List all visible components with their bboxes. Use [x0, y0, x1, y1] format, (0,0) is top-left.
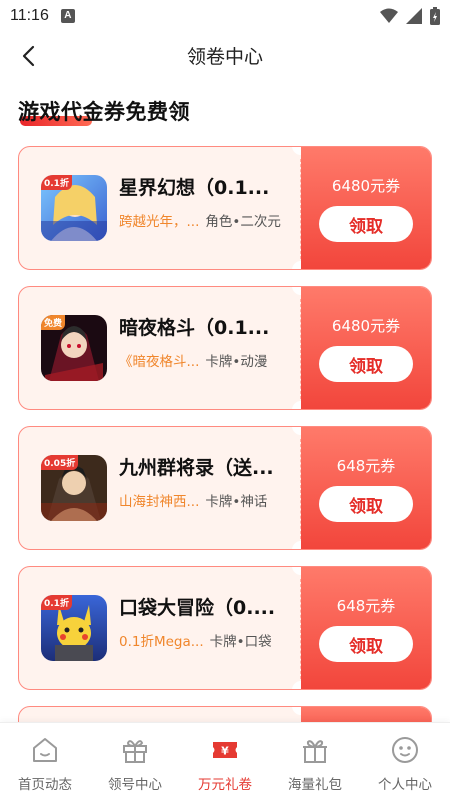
nav-home[interactable]: 首页动态: [0, 723, 90, 800]
nav-accounts[interactable]: 领号中心: [90, 723, 180, 800]
coupon-card[interactable]: 0.1折 口袋大冒险（0.... 0.1折Mega... 卡牌•口袋 648元券…: [18, 566, 432, 690]
nav-giftpacks[interactable]: 海量礼包: [270, 723, 360, 800]
notification-a-icon: A: [60, 9, 75, 23]
game-subtitle: 跨越光年，...: [119, 214, 200, 230]
bottom-nav: 首页动态 领号中心 ¥ 万元礼卷 海量礼包 个人中心: [0, 722, 450, 800]
home-icon: [33, 738, 57, 762]
coupon-value: 6480元券: [331, 317, 401, 335]
profile-icon: [392, 737, 418, 763]
status-bar: 11:16 A: [0, 0, 450, 32]
game-name: 星界幻想（0.1...: [119, 177, 270, 199]
coupon-card[interactable]: 免费 暗夜格斗（0.1... 《暗夜格斗... 卡牌•动漫 6480元券 领取: [18, 286, 432, 410]
page-title: 领卷中心: [186, 45, 263, 68]
game-info-area[interactable]: 0.1折 星界幻想（0.1... 跨越光年，... 角色•二次元: [19, 147, 301, 269]
nav-label: 万元礼卷: [198, 777, 252, 793]
game-name: 口袋大冒险（0....: [119, 597, 276, 619]
game-icon[interactable]: 免费: [41, 315, 107, 381]
game-tags: 卡牌•动漫: [205, 354, 268, 370]
svg-text:¥: ¥: [221, 745, 229, 758]
game-info-area[interactable]: 0.1折 口袋大冒险（0.... 0.1折Mega... 卡牌•口袋: [19, 567, 301, 689]
coupon-value: 648元券: [336, 597, 396, 615]
nav-label: 首页动态: [18, 777, 72, 793]
icon-badge: 免费: [41, 315, 66, 330]
game-meta: 《暗夜格斗... 卡牌•动漫: [119, 352, 289, 373]
game-tags: 角色•二次元: [205, 214, 281, 230]
nav-label: 海量礼包: [288, 777, 342, 793]
section-title: 游戏代金券免费领: [18, 100, 190, 124]
game-meta: 山海封神西... 卡牌•神话: [119, 492, 289, 513]
nav-label: 个人中心: [378, 777, 432, 793]
coupon-value-area: 6480元券 领取: [301, 147, 431, 269]
game-info: 暗夜格斗（0.1... 《暗夜格斗... 卡牌•动漫: [119, 301, 289, 409]
game-name: 暗夜格斗（0.1...: [119, 317, 270, 339]
signal-icon: [406, 8, 422, 24]
status-time: 11:16: [10, 7, 49, 24]
icon-badge: 0.1折: [41, 595, 72, 610]
battery-icon: [430, 7, 440, 25]
coupon-value: 6480元券: [331, 177, 401, 195]
coupon-value-area: 648元券 领取: [301, 427, 431, 549]
game-tags: 卡牌•神话: [205, 494, 268, 510]
header: 领卷中心: [0, 32, 450, 78]
coupon-card[interactable]: 0.1折 星界幻想（0.1... 跨越光年，... 角色•二次元 6480元券 …: [18, 146, 432, 270]
claim-button[interactable]: 领取: [319, 206, 413, 242]
gift-icon: [123, 740, 147, 763]
coupon-value-area: 6480元券 领取: [301, 287, 431, 409]
game-info: 九州群将录（送... 山海封神西... 卡牌•神话: [119, 441, 289, 549]
coupon-list: 0.1折 星界幻想（0.1... 跨越光年，... 角色•二次元 6480元券 …: [18, 146, 432, 762]
game-info: 口袋大冒险（0.... 0.1折Mega... 卡牌•口袋: [119, 581, 289, 689]
game-icon[interactable]: 0.1折: [41, 175, 107, 241]
game-meta: 0.1折Mega... 卡牌•口袋: [119, 632, 289, 653]
nav-profile[interactable]: 个人中心: [360, 723, 450, 800]
back-arrow-icon[interactable]: [18, 44, 42, 68]
game-info-area[interactable]: 免费 暗夜格斗（0.1... 《暗夜格斗... 卡牌•动漫: [19, 287, 301, 409]
coupon-value-area: 648元券 领取: [301, 567, 431, 689]
icon-badge: 0.1折: [41, 175, 72, 190]
game-icon[interactable]: 0.1折: [41, 595, 107, 661]
coupon-icon: ¥: [213, 742, 237, 758]
game-meta: 跨越光年，... 角色•二次元: [119, 212, 289, 233]
status-icons: [380, 7, 440, 25]
claim-button[interactable]: 领取: [319, 346, 413, 382]
nav-label: 领号中心: [108, 777, 162, 793]
game-subtitle: 山海封神西...: [119, 494, 200, 510]
icon-badge: 0.05折: [41, 455, 79, 470]
game-subtitle: 《暗夜格斗...: [119, 354, 200, 370]
nav-coupons[interactable]: ¥ 万元礼卷: [180, 723, 270, 800]
game-name: 九州群将录（送...: [119, 457, 274, 479]
giftbox-icon: [303, 740, 327, 763]
coupon-value: 648元券: [336, 457, 396, 475]
wifi-icon: [380, 8, 398, 23]
coupon-card[interactable]: 0.05折 九州群将录（送... 山海封神西... 卡牌•神话 648元券 领取: [18, 426, 432, 550]
section-heading: 游戏代金券免费领: [18, 96, 190, 130]
game-info-area[interactable]: 0.05折 九州群将录（送... 山海封神西... 卡牌•神话: [19, 427, 301, 549]
game-icon[interactable]: 0.05折: [41, 455, 107, 521]
game-subtitle: 0.1折Mega...: [119, 634, 204, 650]
claim-button[interactable]: 领取: [319, 486, 413, 522]
claim-button[interactable]: 领取: [319, 626, 413, 662]
game-tags: 卡牌•口袋: [209, 634, 272, 650]
game-info: 星界幻想（0.1... 跨越光年，... 角色•二次元: [119, 161, 289, 269]
